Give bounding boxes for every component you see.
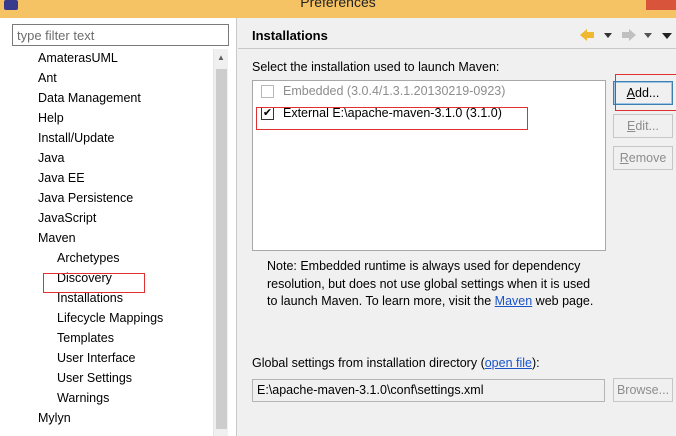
tree-item-mylyn[interactable]: Mylyn (38, 409, 71, 427)
select-installation-label: Select the installation used to launch M… (252, 60, 500, 74)
embedded-runtime-note: Note: Embedded runtime is always used fo… (267, 258, 597, 311)
window-title: Preferences (300, 0, 376, 10)
tree-item-user-settings[interactable]: User Settings (57, 369, 132, 387)
tree-item-ant[interactable]: Ant (38, 69, 57, 87)
list-item-label: Embedded (3.0.4/1.3.1.20130219-0923) (283, 84, 506, 98)
preferences-tree: AmaterasUML Ant Data Management Help Install… (0, 49, 227, 436)
external-highlight-box (256, 107, 528, 130)
preferences-tree-pane: AmaterasUML Ant Data Management Help Install… (0, 18, 237, 436)
tree-item-install-update[interactable]: Install/Update (38, 129, 114, 147)
page-title: Installations (252, 28, 328, 43)
edit-button[interactable]: Edit... (613, 114, 673, 138)
tree-scrollbar[interactable]: ▲ (213, 49, 228, 436)
tree-item-templates[interactable]: Templates (57, 329, 114, 347)
maven-link[interactable]: Maven (495, 294, 533, 308)
tree-item-java-ee[interactable]: Java EE (38, 169, 85, 187)
note-text-end: web page. (532, 294, 594, 308)
tree-item-java[interactable]: Java (38, 149, 64, 167)
header-divider (238, 48, 676, 49)
filter-input[interactable] (12, 24, 229, 46)
open-file-link[interactable]: open file (485, 356, 532, 370)
close-button[interactable] (646, 0, 676, 10)
global-settings-field[interactable]: E:\apache-maven-3.1.0\conf\settings.xml (252, 379, 605, 402)
back-history-dropdown-icon[interactable] (604, 33, 612, 38)
scroll-up-icon[interactable]: ▲ (217, 53, 225, 62)
tree-item-maven[interactable]: Maven (38, 229, 76, 247)
forward-history-dropdown-icon[interactable] (644, 33, 652, 38)
browse-button[interactable]: Browse... (613, 378, 673, 402)
tree-item-user-interface[interactable]: User Interface (57, 349, 136, 367)
embedded-checkbox[interactable] (261, 85, 274, 98)
tree-item-lifecycle-mappings[interactable]: Lifecycle Mappings (57, 309, 163, 327)
remove-button[interactable]: Remove (613, 146, 673, 170)
view-menu-icon[interactable] (662, 33, 672, 39)
add-highlight-box (615, 74, 676, 111)
tree-item-help[interactable]: Help (38, 109, 64, 127)
scrollbar-thumb[interactable] (216, 69, 227, 429)
global-settings-label: Global settings from installation direct… (252, 356, 540, 370)
installations-highlight-box (43, 273, 145, 293)
tree-item-archetypes[interactable]: Archetypes (57, 249, 120, 267)
tree-item-warnings[interactable]: Warnings (57, 389, 109, 407)
title-bar: Preferences (0, 0, 676, 18)
back-arrow-icon[interactable] (580, 29, 594, 41)
tree-item-data-management[interactable]: Data Management (38, 89, 141, 107)
tree-item-amaterasuml[interactable]: AmaterasUML (38, 49, 118, 67)
tree-item-javascript[interactable]: JavaScript (38, 209, 96, 227)
forward-arrow-icon[interactable] (622, 29, 636, 41)
installations-list: Embedded (3.0.4/1.3.1.20130219-0923) ✔ E… (252, 80, 606, 251)
tree-item-java-persistence[interactable]: Java Persistence (38, 189, 133, 207)
installations-page: Installations Select the installation us… (238, 18, 676, 436)
